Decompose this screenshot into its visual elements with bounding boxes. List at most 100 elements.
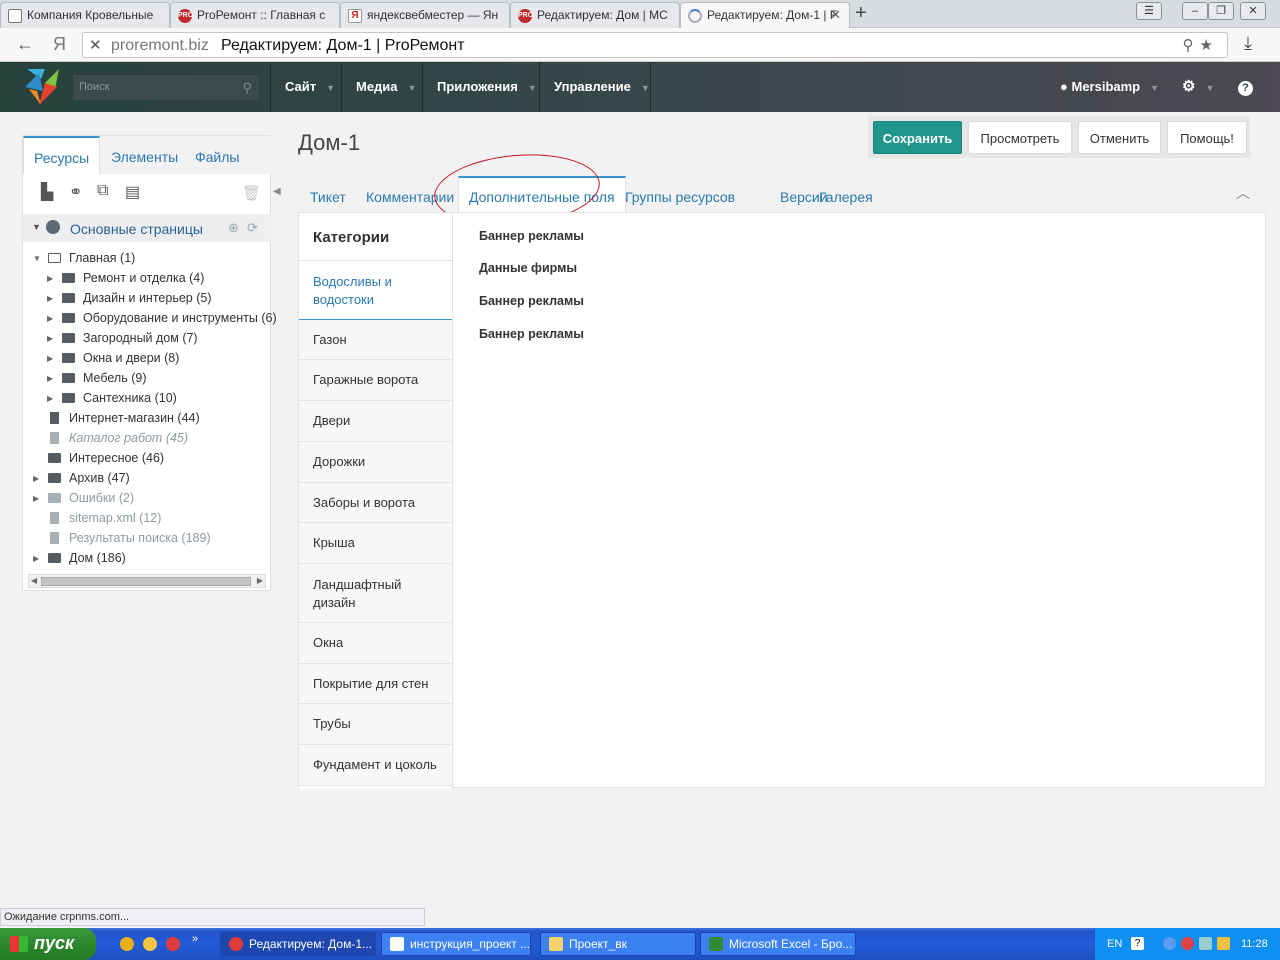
- menu-manage[interactable]: Управление ▼: [539, 62, 651, 112]
- settings-menu[interactable]: ⚙ ▼: [1182, 62, 1214, 112]
- category-item[interactable]: Трубы: [299, 704, 452, 745]
- tab-extra-fields[interactable]: Дополнительные поля: [458, 176, 626, 212]
- word-icon: [390, 937, 404, 951]
- category-item[interactable]: Заборы и ворота: [299, 483, 452, 523]
- category-item[interactable]: Фундамент и цоколь: [299, 745, 452, 786]
- close-tab-icon[interactable]: ✕: [830, 7, 841, 23]
- caret-down-icon: ▼: [640, 83, 650, 93]
- category-item[interactable]: Окна: [299, 623, 452, 664]
- scroll-left-arrow[interactable]: ◀: [31, 575, 37, 587]
- category-item[interactable]: Дорожки: [299, 442, 452, 483]
- zoom-icon[interactable]: ⚲: [1183, 37, 1200, 54]
- minimize-button[interactable]: –: [1182, 2, 1208, 20]
- category-item[interactable]: Водосливы и водостоки: [299, 261, 452, 320]
- globe-icon: [46, 220, 60, 234]
- expand-toggle-icon[interactable]: ▼: [32, 222, 41, 232]
- mail-icon[interactable]: [143, 937, 157, 951]
- stop-loading-icon[interactable]: ✕: [89, 36, 102, 54]
- scroll-thumb[interactable]: [41, 577, 251, 586]
- expand-toggle-icon[interactable]: ▶: [33, 474, 43, 483]
- category-item[interactable]: Ландшафтный дизайн: [299, 564, 452, 623]
- tree-item-label: Результаты поиска (189): [69, 531, 211, 545]
- task-browser[interactable]: Редактируем: Дом-1...: [220, 932, 376, 956]
- folder-icon: [62, 333, 75, 343]
- task-excel[interactable]: Microsoft Excel - Бро...: [700, 932, 856, 956]
- collapse-up-icon[interactable]: ︿: [1236, 183, 1250, 203]
- cancel-button[interactable]: Отменить: [1078, 121, 1161, 154]
- add-icon[interactable]: ⊕: [228, 220, 239, 236]
- context-root[interactable]: ▼ Основные страницы ⊕ ⟳: [23, 214, 271, 242]
- collapse-panel-icon[interactable]: ◀: [273, 186, 281, 197]
- refresh-icon[interactable]: ⟳: [247, 220, 258, 236]
- browser-tab[interactable]: Компания Кровельные: [0, 2, 170, 28]
- yandex-browser-icon[interactable]: [166, 937, 180, 951]
- back-arrow-icon[interactable]: ←: [16, 34, 34, 55]
- view-button[interactable]: Просмотреть: [968, 121, 1072, 154]
- expand-toggle-icon[interactable]: ▶: [47, 394, 57, 403]
- tab-list-button[interactable]: ☰: [1136, 2, 1162, 20]
- expand-toggle-icon[interactable]: ▶: [47, 334, 57, 343]
- menu-apps[interactable]: Приложения ▼: [422, 62, 539, 112]
- help-button[interactable]: ?: [1238, 62, 1253, 112]
- category-item[interactable]: Газон: [299, 320, 452, 360]
- chrome-icon[interactable]: [120, 937, 134, 951]
- language-indicator[interactable]: EN: [1107, 938, 1122, 950]
- tray-arrow-icon[interactable]: [1163, 937, 1176, 950]
- help-tray-icon[interactable]: ?: [1131, 937, 1144, 950]
- task-word[interactable]: инструкция_проект ...: [381, 932, 531, 956]
- modx-logo[interactable]: [25, 69, 59, 105]
- expand-toggle-icon[interactable]: ▶: [47, 374, 57, 383]
- static-resource-icon[interactable]: ▤: [125, 182, 140, 202]
- bookmark-star-icon[interactable]: ★: [1200, 37, 1219, 54]
- trash-icon[interactable]: 🗑: [242, 184, 261, 202]
- help-page-button[interactable]: Помощь!: [1167, 121, 1247, 154]
- search-input[interactable]: Поиск ⚲: [72, 74, 260, 101]
- tab-gallery[interactable]: Галерея: [819, 176, 873, 212]
- tab-files[interactable]: Файлы: [195, 136, 239, 174]
- user-menu[interactable]: ● Mersibamp ▼: [1060, 62, 1159, 112]
- caret-down-icon: ▼: [527, 83, 537, 93]
- new-document-icon[interactable]: ▙: [41, 182, 53, 202]
- expand-toggle-icon[interactable]: ▶: [47, 294, 57, 303]
- user-tray-icon[interactable]: [1217, 937, 1230, 950]
- tab-resource-groups[interactable]: Группы ресурсов: [625, 176, 735, 212]
- maximize-button[interactable]: ❐: [1208, 2, 1234, 20]
- yandex-icon[interactable]: Я: [53, 34, 66, 55]
- tab-comments[interactable]: Комментарии: [366, 176, 454, 212]
- scroll-right-arrow[interactable]: ▶: [257, 575, 263, 587]
- expand-toggle-icon[interactable]: ▶: [33, 554, 43, 563]
- download-icon[interactable]: ⤓: [1244, 33, 1252, 54]
- expand-toggle-icon[interactable]: ▶: [47, 354, 57, 363]
- tab-ticket[interactable]: Тикет: [310, 176, 346, 212]
- expand-toggle-icon[interactable]: ▶: [33, 494, 43, 503]
- expand-toggle-icon[interactable]: ▶: [47, 314, 57, 323]
- browser-tab[interactable]: PRO ProРемонт :: Главная с: [170, 2, 340, 28]
- category-item[interactable]: Двери: [299, 401, 452, 442]
- task-folder[interactable]: Проект_вк: [540, 932, 696, 956]
- network-icon[interactable]: [1199, 937, 1212, 950]
- category-item[interactable]: Гаражные ворота: [299, 360, 452, 401]
- url-field[interactable]: ✕ proremont.biz Редактируем: Дом-1 | Pro…: [82, 32, 1228, 58]
- browser-tab[interactable]: PRO Редактируем: Дом | MC: [510, 2, 680, 28]
- new-tab-button[interactable]: +: [855, 3, 867, 23]
- more-chevron-icon[interactable]: »: [192, 933, 198, 945]
- tab-resources[interactable]: Ресурсы: [23, 136, 101, 174]
- save-button[interactable]: Сохранить: [873, 121, 962, 154]
- close-window-button[interactable]: ✕: [1240, 2, 1266, 20]
- category-item[interactable]: Покрытие для стен: [299, 664, 452, 704]
- tree-item-label: Загородный дом (7): [83, 331, 198, 345]
- weblink-icon[interactable]: ⚭: [69, 182, 82, 202]
- expand-toggle-icon[interactable]: ▼: [33, 254, 43, 263]
- browser-tab[interactable]: Яяндексвебместер — Ян: [340, 2, 510, 28]
- symlink-icon[interactable]: ⧉: [97, 182, 108, 200]
- menu-media[interactable]: Медиа ▼: [341, 62, 422, 112]
- menu-site[interactable]: Сайт ▼: [270, 62, 341, 112]
- category-item[interactable]: Крыша: [299, 523, 452, 564]
- category-list: Категории Водосливы и водостоки Газон Гара…: [299, 213, 453, 789]
- horizontal-scrollbar[interactable]: ◀ ▶: [28, 574, 266, 588]
- expand-toggle-icon[interactable]: ▶: [47, 274, 57, 283]
- antivirus-icon[interactable]: [1181, 937, 1194, 950]
- start-button[interactable]: пуск: [0, 928, 96, 960]
- tab-elements[interactable]: Элементы: [111, 136, 178, 174]
- browser-tab-active[interactable]: Редактируем: Дом-1 | F ✕: [680, 2, 850, 28]
